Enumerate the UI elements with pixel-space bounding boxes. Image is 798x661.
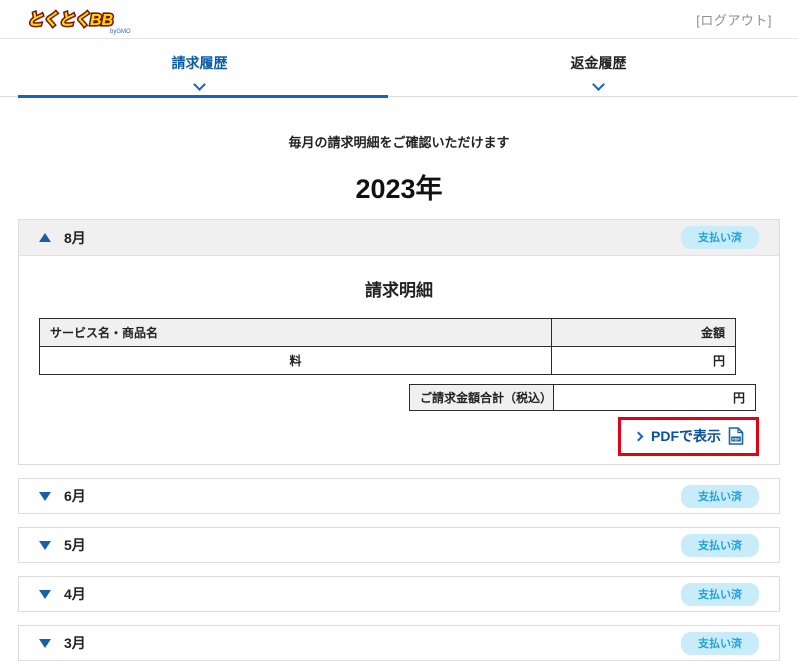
tab-label: 請求履歴 [171,55,228,71]
pdf-file-icon: PDF [728,427,744,445]
logo-sub-text: byGMO [110,29,131,35]
col-amount-header: 金額 [551,318,736,347]
intro-text: 毎月の請求明細をご確認いただけます [288,135,510,150]
month-label: 3月 [64,635,86,651]
month-label: 4月 [64,586,86,602]
pdf-link-highlight-box[interactable]: PDFで表示 PDF [618,417,759,456]
top-bar: とくとくBB とくとくBB byGMO [ログアウト] [0,0,798,39]
panel-august-header[interactable]: 8月 支払い済 [19,220,779,256]
year-title: 2023年 [355,174,443,204]
svg-text:とくとくBB: とくとくBB [27,11,113,29]
total-row: ご請求金額合計（税込） 円 [409,384,756,411]
status-badge: 支払い済 [681,533,759,557]
month-label: 6月 [64,488,86,504]
total-label: ご請求金額合計（税込） [409,384,554,411]
tab-bar: 請求履歴 返金履歴 [0,39,798,98]
status-badge: 支払い済 [681,226,759,249]
triangle-up-icon [39,233,51,242]
amount-cell: 円 [551,346,736,375]
billing-table: サービス名・商品名 金額 料 円 [39,318,736,375]
col-service-header: サービス名・商品名 [39,318,552,347]
table-row: 料 円 [39,346,736,375]
logout-link[interactable]: [ログアウト] [696,10,772,29]
billing-list: 8月 支払い済 請求明細 サービス名・商品名 金額 料 円 ご請求金額合計（税込… [0,219,798,661]
status-badge: 支払い済 [681,631,759,655]
service-cell: 料 [39,346,552,375]
triangle-down-icon [39,491,51,501]
tokutoku-bb-logo[interactable]: とくとくBB とくとくBB byGMO [24,3,132,35]
triangle-down-icon [39,589,51,599]
triangle-down-icon [39,638,51,648]
triangle-down-icon [39,540,51,550]
panel-march-header[interactable]: 3月 支払い済 [18,625,780,661]
status-badge: 支払い済 [681,582,759,606]
active-tab-underline [18,95,388,98]
panel-april-header[interactable]: 4月 支払い済 [18,576,780,612]
chevron-down-icon [592,78,605,91]
tab-label: 返金履歴 [570,55,627,71]
detail-title: 請求明細 [365,281,433,300]
month-label: 8月 [64,229,86,246]
status-badge: 支払い済 [681,484,759,508]
chevron-down-icon [193,78,206,91]
logo-icon: とくとくBB とくとくBB byGMO [25,9,131,35]
panel-august: 8月 支払い済 請求明細 サービス名・商品名 金額 料 円 ご請求金額合計（税込… [18,219,780,465]
panel-august-body: 請求明細 サービス名・商品名 金額 料 円 ご請求金額合計（税込） 円 PDFで [19,256,779,464]
svg-text:PDF: PDF [732,438,740,442]
panel-may-header[interactable]: 5月 支払い済 [18,527,780,563]
chevron-right-icon [633,431,644,441]
total-value: 円 [554,384,756,411]
table-header-row: サービス名・商品名 金額 [39,318,736,347]
tab-refund-history[interactable]: 返金履歴 [399,39,798,96]
panel-june-header[interactable]: 6月 支払い済 [18,478,780,514]
month-label: 5月 [64,537,86,553]
tab-billing-history[interactable]: 請求履歴 [0,39,399,96]
pdf-row: PDFで表示 PDF [39,417,759,456]
pdf-link-label: PDFで表示 [651,428,721,444]
